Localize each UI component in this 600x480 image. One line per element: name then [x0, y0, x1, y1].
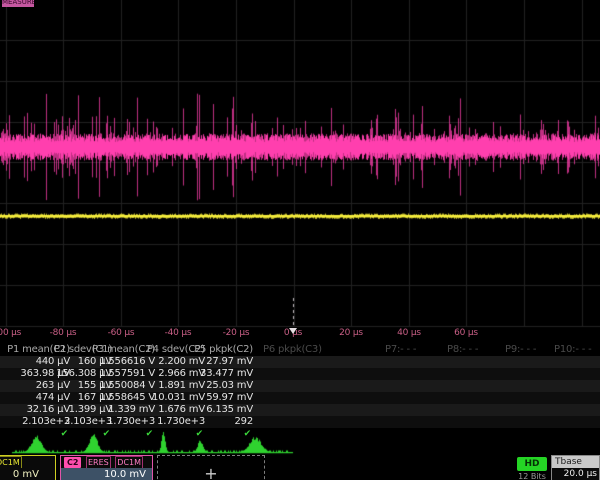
- table-cell: P5 pkpk(C2): [194, 344, 253, 356]
- c1-coupling-tag: DC1M: [0, 456, 22, 468]
- plus-icon: +: [204, 464, 217, 480]
- table-cell: 27.97 mV: [206, 356, 253, 368]
- timebase-header: Tbase: [552, 456, 599, 468]
- waveform-grid-display[interactable]: [0, 0, 600, 330]
- table-cell: 2.103e+3: [64, 416, 112, 428]
- table-row: 363.98 µV156.308 µV1.557591 V2.966 mV33.…: [0, 368, 600, 380]
- timebase-per-div: 20.0 µs: [552, 468, 599, 480]
- time-axis-label: -100 µs: [0, 328, 21, 338]
- table-row: 263 µV155 µV1.550084 V1.891 mV25.03 mV: [0, 380, 600, 392]
- table-row: P1 mean(C1)P2 sdev(C1)P3 mean(C2)P4 sdev…: [0, 344, 600, 356]
- c2-coupling-tag: DC1M: [115, 456, 143, 468]
- c1-descriptor-header: DC1M: [0, 456, 55, 468]
- table-cell: 25.03 mV: [206, 380, 253, 392]
- time-axis: -100 µs-80 µs-60 µs-40 µs-20 µs0 µs20 µs…: [0, 327, 600, 340]
- table-cell: 1.339 mV: [108, 404, 155, 416]
- table-cell: 1.730e+3: [157, 416, 205, 428]
- table-cell: 263 µV: [36, 380, 70, 392]
- table-cell: 2.200 mV: [158, 356, 205, 368]
- c2-volts-per-div: 10.0 mV: [61, 468, 152, 480]
- table-header-unused: P7:- - -: [385, 344, 416, 356]
- hd-bits-label: 12 Bits: [510, 472, 554, 480]
- table-cell: 474 µV: [36, 392, 70, 404]
- table-cell: 1.730e+3: [107, 416, 155, 428]
- table-header-unused: P10:- - -: [554, 344, 592, 356]
- table-row: 32.16 µV1.399 µV1.339 mV1.676 mV6.135 mV: [0, 404, 600, 416]
- time-axis-label: -20 µs: [223, 328, 250, 338]
- time-axis-label: -60 µs: [108, 328, 135, 338]
- add-trace-button[interactable]: +: [157, 455, 265, 480]
- table-cell: 1.676 mV: [158, 404, 205, 416]
- table-cell: 33.477 mV: [200, 368, 253, 380]
- table-cell: 2.103e+3: [22, 416, 70, 428]
- c2-descriptor-header: C2 ERES DC1M: [61, 456, 152, 468]
- table-header-unused: P8:- - -: [447, 344, 478, 356]
- table-cell: 59.97 mV: [206, 392, 253, 404]
- trigger-time-marker-icon[interactable]: [289, 328, 297, 334]
- table-cell: 6.135 mV: [206, 404, 253, 416]
- table-cell: 2.966 mV: [158, 368, 205, 380]
- table-cell: 1.558645 V: [99, 392, 155, 404]
- hd-mode-badge[interactable]: HD: [517, 457, 547, 471]
- table-cell: 1.399 µV: [69, 404, 112, 416]
- oscilloscope-screen: MEASURE -100 µs -80 µs -60 µs -40 µs -20 µs 0…: [0, 0, 600, 480]
- c2-channel-chip: C2: [64, 457, 81, 468]
- table-row: 2.103e+32.103e+31.730e+31.730e+3292: [0, 416, 600, 428]
- time-axis-label: 60 µs: [454, 328, 478, 338]
- time-axis-label: 40 µs: [397, 328, 421, 338]
- table-cell: P3 mean(C2): [92, 344, 155, 356]
- table-cell: 292: [235, 416, 254, 428]
- time-axis-label: -80 µs: [50, 328, 77, 338]
- measurement-histicons: [0, 430, 600, 456]
- time-axis-label: 20 µs: [339, 328, 363, 338]
- channel-c2-descriptor[interactable]: C2 ERES DC1M 10.0 mV: [60, 455, 153, 480]
- channel-c1-descriptor[interactable]: DC1M 0 mV: [0, 455, 56, 480]
- time-axis-label: -40 µs: [165, 328, 192, 338]
- table-header-unused: P9:- - -: [505, 344, 536, 356]
- table-cell: 440 µV: [36, 356, 70, 368]
- table-cell: 1.550084 V: [99, 380, 155, 392]
- table-cell: 1.556616 V: [99, 356, 155, 368]
- table-cell: 1.891 mV: [158, 380, 205, 392]
- top-left-menu-badge[interactable]: MEASURE: [2, 0, 34, 7]
- table-row: 440 µV160 µV1.556616 V2.200 mV27.97 mV: [0, 356, 600, 368]
- c2-eres-tag: ERES: [86, 456, 111, 468]
- table-cell: 1.557591 V: [99, 368, 155, 380]
- measurement-table[interactable]: P1 mean(C1)P2 sdev(C1)P3 mean(C2)P4 sdev…: [0, 344, 600, 438]
- table-row: 474 µV167 µV1.558645 V10.031 mV59.97 mV: [0, 392, 600, 404]
- table-header-unused: P6 pkpk(C3): [263, 344, 322, 356]
- table-cell: 32.16 µV: [27, 404, 70, 416]
- timebase-descriptor[interactable]: Tbase 20.0 µs: [551, 455, 600, 480]
- table-cell: 10.031 mV: [152, 392, 205, 404]
- c1-volts-per-div: 0 mV: [0, 468, 55, 480]
